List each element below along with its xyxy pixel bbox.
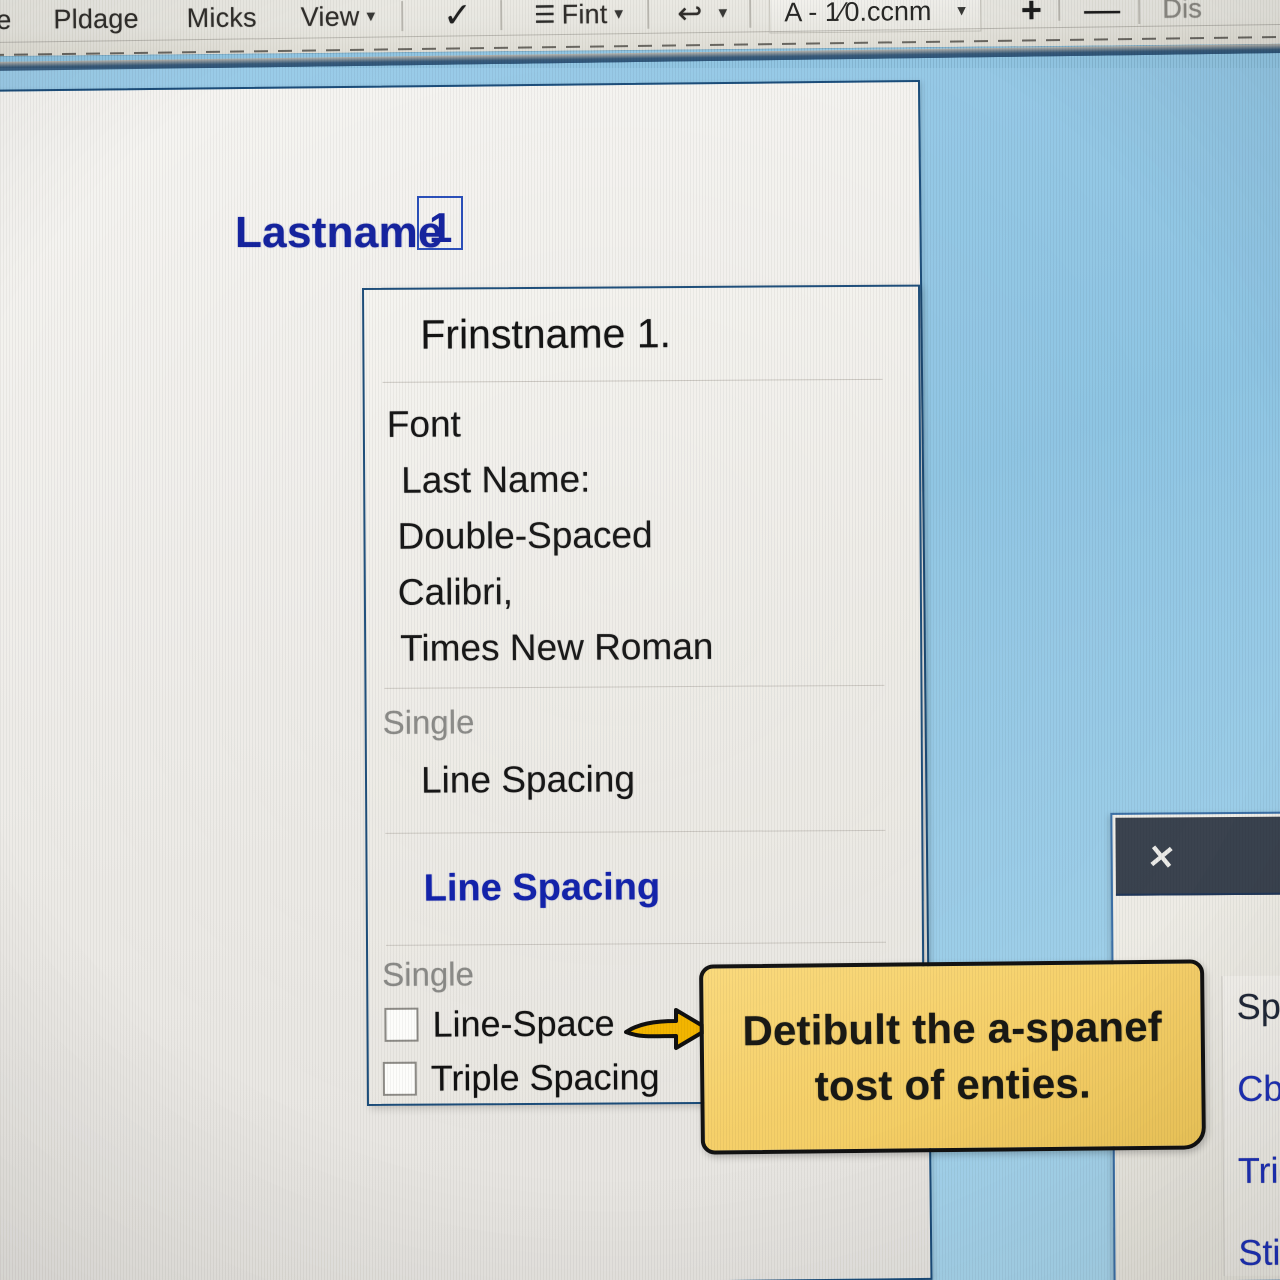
zoom-out-button[interactable]: — [1074,0,1130,29]
checkbox-label-triple-spacing: Triple Spacing [430,1056,660,1099]
callout-line-2: tost of enties. [814,1059,1092,1110]
font-grid-icon: ☰ [533,1,556,29]
popup-section-line-spacing-selected: Line Spacing [368,865,922,909]
ribbon-item-e[interactable]: e [0,4,22,35]
callout-line-1: Detibult the a-spanef [742,1002,1163,1055]
ribbon-separator-2 [499,0,503,31]
popup-font-line-last-name[interactable]: Last Name: [401,459,590,502]
popup-title: Frinstname 1. [420,310,672,358]
ribbon-separator-3 [647,0,650,29]
popup-divider-2 [384,684,885,689]
ribbon-item-view-label: View [300,0,360,32]
ribbon-separator-4 [749,0,752,28]
checkbox-row-triple-spacing[interactable]: Triple Spacing [382,1056,660,1100]
checkbox-line-space[interactable] [384,1007,419,1042]
side-list-item-sp[interactable]: Sp [1237,986,1280,1028]
document-header-page-number-field[interactable]: 1 [417,196,463,251]
ribbon-item-pldage[interactable]: Pldage [43,3,149,35]
side-list-item-stin[interactable]: Stin [1238,1232,1280,1274]
close-icon[interactable]: ✕ [1146,836,1177,878]
popup-font-line-calibri[interactable]: Calibri, [398,571,513,614]
popup-section-font: Font Last Name: Double-Spaced Calibri, T… [365,401,919,668]
ribbon-item-dis[interactable]: Dis [1152,0,1212,24]
popup-item-line-spacing-plain[interactable]: Line Spacing [421,758,635,801]
popup-divider-1 [382,378,883,383]
side-list-item-trie[interactable]: Trie [1238,1150,1280,1192]
chevron-down-icon[interactable]: ▾ [614,4,623,24]
side-dialog-list: Sp Cb Trie Stin [1221,974,1280,1277]
ribbon-item-micks[interactable]: Micks [177,2,267,34]
ribbon-separator-5 [1058,0,1061,21]
chevron-down-icon[interactable]: ▾ [366,6,375,26]
checkmark-button[interactable]: ✓ [433,0,482,36]
side-list-item-cb[interactable]: Cb [1237,1068,1280,1110]
popup-label-single-2: Single [382,955,475,993]
pointer-arrow-icon [624,1008,710,1050]
popup-font-line-times-new-roman[interactable]: Times New Roman [400,626,713,670]
ribbon-separator-1 [401,1,404,32]
zoom-in-button[interactable]: + [1011,0,1052,30]
chevron-down-icon[interactable]: ▾ [957,1,966,21]
checkbox-label-line-space: Line-Space [432,1002,615,1045]
checkbox-row-line-space[interactable]: Line-Space [384,1002,615,1045]
popup-divider-3 [385,829,886,834]
popup-section-single-line-spacing: Single Line Spacing [367,701,921,800]
side-dialog-body: Sp Cb Trie Stin [1221,913,1280,1280]
undo-button[interactable]: ↩ ▾ [667,0,737,31]
popup-divider-4 [386,941,887,946]
yellow-callout-tooltip: Detibult the a-spanef tost of enties. [699,959,1206,1155]
zoom-level-label: A - 1⁄0.ccnm [784,0,932,27]
ribbon-item-view[interactable]: View ▾ [291,1,386,33]
document-header-page-number: 1 [429,204,453,251]
popup-item-line-spacing-selected[interactable]: Line Spacing [424,866,661,910]
side-dialog-titlebar: ✕ [1115,816,1280,896]
ribbon-separator-6 [1138,0,1141,25]
document-header-lastname: Lastname [235,208,443,257]
font-button-label: Fint [561,0,608,30]
popup-label-single-1: Single [382,703,475,741]
chevron-down-icon[interactable]: ▾ [718,3,727,23]
undo-arrow-icon: ↩ [677,0,703,30]
popup-font-line-double-spaced[interactable]: Double-Spaced [397,514,652,558]
checkbox-triple-spacing[interactable] [382,1061,417,1096]
popup-section-checkboxes: Single Line-Space Triple Spacing [368,953,922,1098]
font-button[interactable]: ☰ Fint ▾ [524,0,634,30]
popup-section-font-heading: Font [386,403,462,445]
